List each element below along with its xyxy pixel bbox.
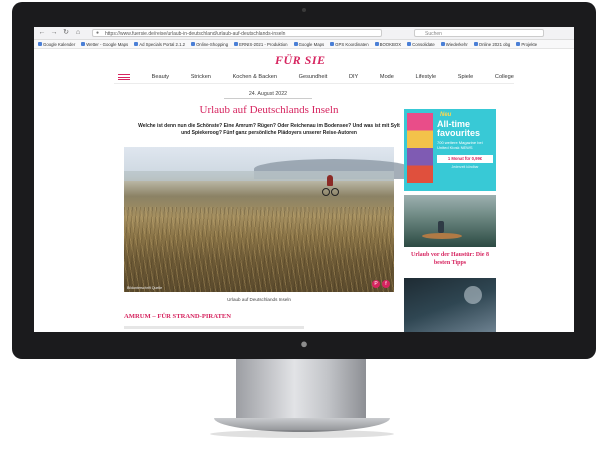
browser-toolbar: ← → ↻ ⌂ https://www.fuersie.de/reise/url… xyxy=(34,27,574,40)
bookmark-item[interactable]: Online-Shopping xyxy=(191,42,228,47)
bookmark-icon xyxy=(134,42,139,46)
ad-cta-button[interactable]: 1 Monat für 0,99€ xyxy=(437,155,493,163)
facebook-icon[interactable]: f xyxy=(382,280,390,288)
monitor-stand xyxy=(236,359,366,421)
ad-title: All-time favourites xyxy=(437,119,481,138)
sidebar-ad[interactable]: Neu All-time favourites 700 weitere Maga… xyxy=(404,109,496,191)
browser-window: ← → ↻ ⌂ https://www.fuersie.de/reise/url… xyxy=(34,27,574,332)
bookmark-icon xyxy=(191,42,196,46)
ad-subtitle: 700 weitere Magazine bei United Kiosk NE… xyxy=(437,140,483,150)
bookmark-icon xyxy=(516,42,521,46)
bookmark-item[interactable]: Wetter - Google Maps xyxy=(81,42,128,47)
home-icon[interactable]: ⌂ xyxy=(74,29,82,37)
nav-item-spiele[interactable]: Spiele xyxy=(458,74,474,80)
bookmark-item[interactable]: BOOKBOX xyxy=(374,42,401,47)
bookmark-item[interactable]: Ad Specials Portal 2.1.2 xyxy=(134,42,185,47)
pinterest-icon[interactable]: P xyxy=(372,280,380,288)
apple-logo-icon: ● xyxy=(300,336,308,351)
reed-grass xyxy=(124,207,394,292)
site-logo[interactable]: FÜR SIE xyxy=(275,53,326,68)
magazine-covers xyxy=(407,113,433,183)
bookmarks-bar: Google Kalender Wetter - Google Maps Ad … xyxy=(34,40,574,49)
nav-item-stricken[interactable]: Stricken xyxy=(191,74,211,80)
ad-badge: Neu xyxy=(440,112,452,118)
nav-item-kochen-backen[interactable]: Kochen & Backen xyxy=(233,74,277,80)
light-spot xyxy=(464,286,482,304)
bookmark-icon xyxy=(473,42,478,46)
monitor: ← → ↻ ⌂ https://www.fuersie.de/reise/url… xyxy=(12,2,596,359)
nav-item-mode[interactable]: Mode xyxy=(380,74,394,80)
lock-icon: ● xyxy=(96,30,100,36)
search-input[interactable]: Suchen xyxy=(414,29,544,37)
bookmark-icon xyxy=(81,42,86,46)
bookmark-icon xyxy=(440,42,445,46)
nav-divider xyxy=(114,83,514,84)
camera-dot xyxy=(302,8,306,12)
bookmark-icon xyxy=(407,42,412,46)
teaser-image-2[interactable] xyxy=(404,278,496,332)
teaser-link[interactable]: Urlaub vor der Haustür: Die 8 besten Tip… xyxy=(408,251,492,267)
teaser-image[interactable] xyxy=(404,195,496,247)
bookmark-icon xyxy=(38,42,42,46)
sea-strip xyxy=(124,171,394,181)
article-teaser: Welche ist denn nun die Schönste? Eine A… xyxy=(138,123,400,136)
category-nav: Beauty Stricken Kochen & Backen Gesundhe… xyxy=(114,71,514,82)
bookmark-item[interactable]: Wiederkehr xyxy=(440,42,468,47)
image-caption: Urlaub auf Deutschlands Inseln xyxy=(227,297,291,302)
nav-item-gesundheit[interactable]: Gesundheit xyxy=(299,74,328,80)
back-icon[interactable]: ← xyxy=(38,29,46,37)
bookmark-item[interactable]: Consolidate xyxy=(407,42,435,47)
bookmark-item[interactable]: Online 2021 obg xyxy=(473,42,510,47)
bookmark-icon xyxy=(330,42,335,46)
reload-icon[interactable]: ↻ xyxy=(62,29,70,37)
section-heading: AMRUM – FÜR STRAND-PIRATEN xyxy=(124,313,232,320)
share-buttons: P f xyxy=(372,280,390,288)
url-field[interactable]: https://www.fuersie.de/reise/urlaub-in-d… xyxy=(92,29,382,37)
photo-credit: Bildunterschrift Quelle xyxy=(127,286,163,290)
bookmark-icon xyxy=(374,42,379,46)
paddler xyxy=(438,221,444,233)
bookmark-item[interactable]: Projekte xyxy=(516,42,537,47)
nav-item-diy[interactable]: DIY xyxy=(349,74,358,80)
ad-fine-print: Jederzeit kündbar xyxy=(451,165,479,169)
cyclist-figure xyxy=(322,175,339,197)
article-title: Urlaub auf Deutschlands Inseln xyxy=(199,104,339,116)
nav-item-college[interactable]: College xyxy=(495,74,514,80)
stand-shadow xyxy=(210,430,394,438)
canoe xyxy=(422,233,462,239)
bookmark-icon xyxy=(234,42,239,46)
section-text-placeholder xyxy=(124,326,304,329)
nav-item-beauty[interactable]: Beauty xyxy=(152,74,169,80)
bookmark-item[interactable]: GPS Koordinaten xyxy=(330,42,369,47)
bookmark-icon xyxy=(293,42,298,46)
article-date: 24. August 2022 xyxy=(224,91,312,99)
forward-icon[interactable]: → xyxy=(50,29,58,37)
nav-item-lifestyle[interactable]: Lifestyle xyxy=(416,74,437,80)
bookmark-item[interactable]: Google Maps xyxy=(293,42,324,47)
bookmark-item[interactable]: Google Kalender xyxy=(38,42,75,47)
hero-image: Bildunterschrift Quelle P f xyxy=(124,147,414,292)
bookmark-item[interactable]: ERNIS-2021 - Produktion xyxy=(234,42,288,47)
